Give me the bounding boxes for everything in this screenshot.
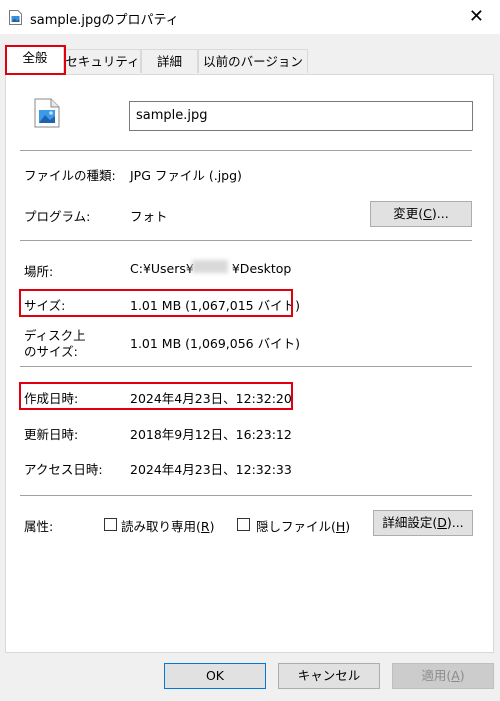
file-name-field[interactable]: sample.jpg (129, 101, 473, 131)
disk-size-value: 1.01 MB (1,069,056 バイト) (130, 336, 300, 351)
highlight-created-row (19, 382, 293, 410)
accessed-label: アクセス日時: (24, 462, 103, 477)
attributes-label: 属性: (24, 519, 54, 534)
program-label: プログラム: (24, 209, 91, 224)
readonly-checkbox[interactable] (104, 518, 117, 531)
highlight-size-row (19, 289, 293, 317)
highlight-general-tab (5, 45, 66, 75)
modified-value: 2018年9月12日、16:23:12 (130, 427, 292, 442)
change-button[interactable]: 変更(C)... (370, 201, 472, 227)
accessed-value: 2024年4月23日、12:32:33 (130, 462, 292, 477)
program-value: フォト (130, 209, 168, 224)
hidden-checkbox[interactable] (237, 518, 250, 531)
separator (20, 240, 472, 241)
separator (20, 366, 472, 367)
advanced-button[interactable]: 詳細設定(D)... (373, 510, 473, 536)
hidden-checkbox-label[interactable]: 隠しファイル(H) (256, 516, 350, 535)
separator (20, 495, 472, 496)
disk-size-label: ディスク上 のサイズ: (24, 328, 86, 359)
separator (20, 150, 472, 151)
jpg-file-icon-large (34, 98, 60, 128)
file-type-label: ファイルの種類: (24, 168, 116, 183)
modified-label: 更新日時: (24, 427, 79, 442)
redacted-username (192, 260, 228, 273)
file-type-value: JPG ファイル (.jpg) (130, 168, 242, 183)
location-label: 場所: (24, 264, 54, 279)
readonly-checkbox-label[interactable]: 読み取り専用(R) (121, 516, 214, 535)
